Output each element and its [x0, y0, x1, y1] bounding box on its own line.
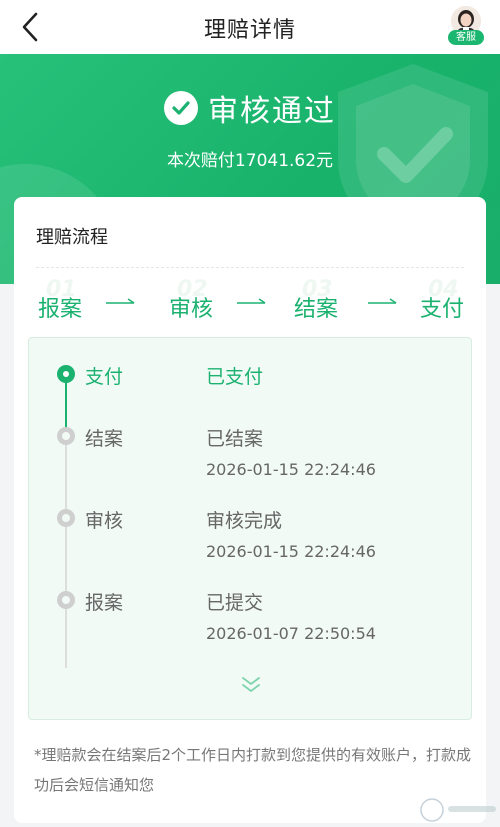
- timeline-status: 已支付: [206, 366, 264, 388]
- arrow-right-icon: [237, 298, 266, 304]
- timeline: 支付 已支付 结案 已结案 2026-01-15 22:24:46 审核 审核完…: [28, 337, 472, 720]
- timeline-line: [65, 434, 67, 668]
- claim-process-card: 理赔流程 01 报案 02 审核 03 结案 04 支付 支付 已支付 结案 已…: [14, 197, 486, 823]
- step-label: 报案: [38, 297, 83, 322]
- step-pay: 04 支付: [420, 277, 500, 327]
- timeline-status: 已提交: [206, 592, 264, 614]
- arrow-right-icon: [106, 298, 135, 304]
- timeline-dot-icon: [57, 427, 75, 445]
- timeline-status: 已结案: [206, 428, 264, 450]
- status-text: 审核通过: [208, 94, 336, 129]
- step-close: 03 结案: [294, 277, 374, 327]
- timeline-dot-active-icon: [57, 365, 75, 383]
- expand-chevron-icon[interactable]: [239, 674, 263, 694]
- customer-service-button[interactable]: 客服: [448, 6, 484, 46]
- timeline-line-active: [65, 374, 67, 434]
- top-navbar: 理赔详情 客服: [0, 0, 500, 54]
- card-title: 理赔流程: [36, 227, 108, 248]
- timeline-label: 支付: [85, 366, 124, 388]
- customer-service-label: 客服: [448, 30, 484, 45]
- page-title: 理赔详情: [203, 18, 296, 43]
- check-circle-icon: [164, 91, 198, 125]
- payment-note: *理赔款会在结案后2个工作日内打款到您提供的有效账户，打款成功后会短信通知您: [34, 746, 472, 794]
- timeline-label: 结案: [85, 428, 124, 450]
- timeline-time: 2026-01-07 22:50:54: [206, 624, 376, 643]
- timeline-label: 审核: [85, 510, 124, 532]
- timeline-label: 报案: [85, 592, 124, 614]
- status-row: 审核通过: [0, 86, 500, 130]
- timeline-time: 2026-01-15 22:24:46: [206, 542, 376, 561]
- timeline-status: 审核完成: [206, 510, 283, 532]
- step-label: 审核: [169, 297, 214, 322]
- arrow-right-icon: [368, 298, 397, 304]
- step-label: 结案: [294, 297, 339, 322]
- divider: [36, 267, 464, 268]
- step-label: 支付: [420, 297, 465, 322]
- timeline-dot-icon: [57, 509, 75, 527]
- watermark-logo-icon: [420, 798, 496, 822]
- payout-amount: 本次赔付17041.62元: [166, 151, 334, 171]
- timeline-time: 2026-01-15 22:24:46: [206, 460, 376, 479]
- timeline-dot-icon: [57, 591, 75, 609]
